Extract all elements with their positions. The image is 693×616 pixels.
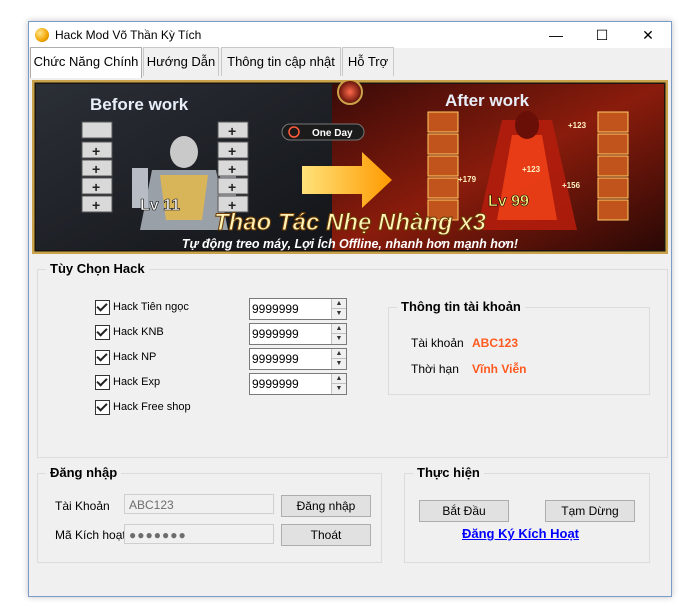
stat-label: +123 xyxy=(522,165,541,174)
account-field-label: Tài Khoản xyxy=(55,499,110,513)
decrement-arrow-icon[interactable]: ▼ xyxy=(332,334,346,344)
increment-arrow-icon[interactable]: ▲ xyxy=(332,374,346,384)
account-value: ABC123 xyxy=(472,336,519,350)
tab-bar: Chức Năng Chính Hướng Dẫn Thông tin cập … xyxy=(29,47,671,78)
exp-value: 9999999 xyxy=(252,377,299,391)
decrement-arrow-icon[interactable]: ▼ xyxy=(332,309,346,319)
increment-arrow-icon[interactable]: ▲ xyxy=(332,299,346,309)
account-field[interactable]: ABC123 xyxy=(124,494,274,514)
promo-banner: One Day Before work After work + + + + +… xyxy=(32,80,668,254)
np-value: 9999999 xyxy=(252,352,299,366)
hack-options-group: Tùy Chọn Hack Hack Tiên ngọc Hack KNB Ha… xyxy=(37,261,668,458)
plus-icon: + xyxy=(228,161,236,177)
term-label: Thời hạn xyxy=(411,362,459,376)
term-value: Vĩnh Viễn xyxy=(472,362,527,376)
plus-icon: + xyxy=(228,143,236,159)
plus-icon: + xyxy=(228,123,236,139)
pause-button[interactable]: Tạm Dừng xyxy=(545,500,635,522)
app-icon xyxy=(35,28,49,42)
stat-label: +156 xyxy=(562,181,581,190)
window-title: Hack Mod Võ Thần Kỳ Tích xyxy=(55,28,202,42)
level-after: Lv 99 xyxy=(488,193,529,210)
tien-ngoc-stepper[interactable]: 9999999 ▲ ▼ xyxy=(249,298,347,320)
before-heading: Before work xyxy=(90,95,189,114)
increment-arrow-icon[interactable]: ▲ xyxy=(332,349,346,359)
tien-ngoc-value: 9999999 xyxy=(252,302,299,316)
knb-stepper[interactable]: 9999999 ▲ ▼ xyxy=(249,323,347,345)
tab-update-info[interactable]: Thông tin cập nhật xyxy=(221,47,341,76)
plus-icon: + xyxy=(92,143,100,159)
register-activation-link[interactable]: Đăng Ký Kích Hoạt xyxy=(462,526,579,541)
hack-tien-ngoc-checkbox[interactable] xyxy=(95,300,110,315)
stat-label: +179 xyxy=(458,175,477,184)
hack-free-shop-label: Hack Free shop xyxy=(113,401,191,413)
hack-knb-checkbox[interactable] xyxy=(95,325,110,340)
title-bar: Hack Mod Võ Thần Kỳ Tích — ☐ ✕ xyxy=(29,22,671,48)
tab-main-functions[interactable]: Chức Năng Chính xyxy=(30,47,142,78)
decrement-arrow-icon[interactable]: ▼ xyxy=(332,359,346,369)
hack-exp-label: Hack Exp xyxy=(113,376,161,388)
maximize-button[interactable]: ☐ xyxy=(579,22,625,48)
close-button[interactable]: ✕ xyxy=(625,22,671,48)
minimize-button[interactable]: — xyxy=(533,22,579,48)
tab-support[interactable]: Hỗ Trợ xyxy=(342,47,394,76)
tab-guide[interactable]: Hướng Dẫn xyxy=(143,47,219,76)
execute-title: Thực hiện xyxy=(413,465,484,480)
np-stepper[interactable]: 9999999 ▲ ▼ xyxy=(249,348,347,370)
hack-np-checkbox[interactable] xyxy=(95,350,110,365)
login-title: Đăng nhập xyxy=(46,465,122,480)
exp-stepper[interactable]: 9999999 ▲ ▼ xyxy=(249,373,347,395)
hack-free-shop-checkbox[interactable] xyxy=(95,400,110,415)
hack-np-label: Hack NP xyxy=(113,351,157,363)
activation-code-field[interactable]: ●●●●●●● xyxy=(124,524,274,544)
one-day-badge: One Day xyxy=(312,128,353,139)
banner-headline: Thao Tác Nhẹ Nhàng x3 xyxy=(214,209,487,236)
login-group: Đăng nhập Tài Khoản ABC123 Mã Kích hoạt … xyxy=(37,465,382,563)
banner-tagline: Tự động treo máy, Lợi Ích Offline, nhanh… xyxy=(182,236,518,251)
stat-label: +123 xyxy=(568,121,587,130)
account-info-group: Thông tin tài khoản Tài khoản ABC123 Thờ… xyxy=(388,299,650,395)
activation-code-label: Mã Kích hoạt xyxy=(55,528,126,542)
hack-options-title: Tùy Chọn Hack xyxy=(46,261,149,276)
start-button[interactable]: Bắt Đầu xyxy=(419,500,509,522)
after-heading: After work xyxy=(445,91,530,110)
plus-icon: + xyxy=(92,161,100,177)
hack-exp-checkbox[interactable] xyxy=(95,375,110,390)
knb-value: 9999999 xyxy=(252,327,299,341)
level-before: Lv 11 xyxy=(140,197,180,214)
login-button[interactable]: Đăng nhập xyxy=(281,495,371,517)
increment-arrow-icon[interactable]: ▲ xyxy=(332,324,346,334)
hack-knb-label: Hack KNB xyxy=(113,326,164,338)
execute-group: Thực hiện Bắt Đầu Tạm Dừng Đăng Ký Kích … xyxy=(404,465,650,563)
account-info-title: Thông tin tài khoản xyxy=(397,299,525,314)
account-label: Tài khoản xyxy=(411,336,464,350)
plus-icon: + xyxy=(228,179,236,195)
exit-button[interactable]: Thoát xyxy=(281,524,371,546)
decrement-arrow-icon[interactable]: ▼ xyxy=(332,384,346,394)
plus-icon: + xyxy=(92,197,100,213)
app-window: Hack Mod Võ Thần Kỳ Tích — ☐ ✕ Chức Năng… xyxy=(28,21,672,597)
plus-icon: + xyxy=(92,179,100,195)
hack-tien-ngoc-label: Hack Tiên ngọc xyxy=(113,301,189,313)
